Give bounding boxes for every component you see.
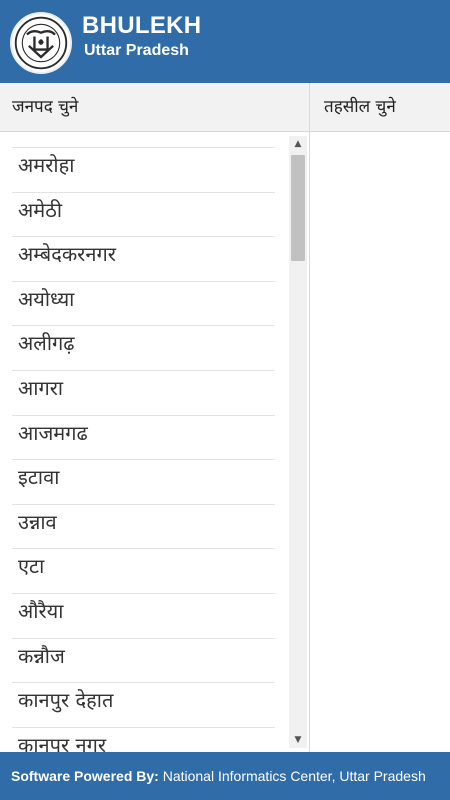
district-item-ayodhya[interactable]: अयोध्या: [12, 280, 275, 326]
app-header: BHULEKH Uttar Pradesh: [0, 0, 450, 83]
tehsil-column-header: तहसील चुने: [310, 83, 450, 132]
district-item-aligarh[interactable]: अलीगढ़: [12, 325, 275, 370]
app-footer: Software Powered By: National Informatic…: [0, 752, 450, 800]
district-item-etawah[interactable]: इटावा: [12, 459, 275, 504]
district-item-auraiya[interactable]: औरैया: [12, 592, 275, 638]
footer-label: Software Powered By:: [11, 768, 159, 784]
district-item-kannauj[interactable]: कन्नौज: [12, 637, 275, 683]
district-list-scrollbar[interactable]: ▲ ▼: [289, 136, 307, 748]
district-item-kanpur-dehat[interactable]: कानपुर देहात: [12, 682, 275, 727]
tehsil-list-container: [310, 132, 450, 752]
district-item-unnao[interactable]: उन्नाव: [12, 503, 275, 549]
scroll-down-arrow-icon[interactable]: ▼: [289, 732, 307, 748]
up-emblem-logo: [10, 12, 72, 74]
footer-credit: National Informatics Center, Uttar Prade…: [158, 768, 426, 784]
district-item-azamgarh[interactable]: आजमगढ: [12, 414, 275, 460]
district-item-amroha[interactable]: अमरोहा: [12, 147, 275, 192]
scroll-up-arrow-icon[interactable]: ▲: [289, 136, 307, 152]
scrollbar-thumb[interactable]: [291, 155, 305, 261]
app-title: BHULEKH: [82, 12, 202, 39]
district-item-amethi[interactable]: अमेठी: [12, 191, 275, 237]
emblem-icon: [14, 16, 68, 70]
district-item-agra[interactable]: आगरा: [12, 369, 275, 415]
district-list[interactable]: अमरोहा अमेठी अम्बेदकरनगर अयोध्या अलीगढ़ …: [12, 147, 275, 752]
district-item-etah[interactable]: एटा: [12, 548, 275, 593]
district-item-kanpur-nagar[interactable]: कानपुर नगर: [12, 726, 275, 752]
app-subtitle: Uttar Pradesh: [84, 42, 189, 59]
district-list-container[interactable]: अमरोहा अमेठी अम्बेदकरनगर अयोध्या अलीगढ़ …: [0, 132, 310, 752]
district-item-ambedkarnagar[interactable]: अम्बेदकरनगर: [12, 236, 275, 281]
district-column-header: जनपद चुने: [0, 83, 310, 132]
